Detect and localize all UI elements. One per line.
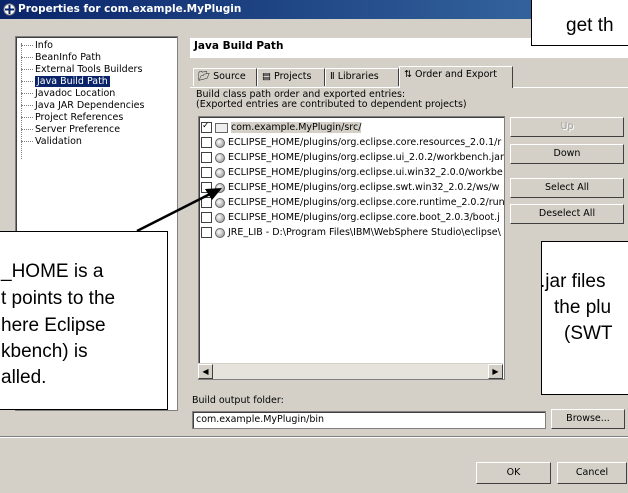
dialog-separator	[0, 436, 628, 438]
callout-top-right-line: get th	[566, 15, 614, 36]
callout-right-line-2: the plu	[554, 297, 612, 318]
export-checkbox[interactable]	[201, 152, 212, 163]
callout-jar-files: .jar files the plu (SWT	[541, 241, 628, 395]
tree-item-validation[interactable]: Validation	[21, 136, 82, 148]
projects-icon: ▤	[262, 71, 271, 82]
folder-icon	[215, 122, 228, 133]
source-folder-icon: 📂︎	[198, 71, 211, 82]
tree-item-java-jar-dependencies[interactable]: Java JAR Dependencies	[21, 100, 144, 112]
tab-projects[interactable]: ▤ Projects	[257, 68, 325, 86]
jar-icon	[215, 167, 225, 178]
callout-left-line-3: here Eclipse	[1, 315, 106, 336]
up-button[interactable]: Up	[510, 117, 624, 137]
scroll-left-icon[interactable]: ◀	[198, 364, 213, 379]
tree-item-info[interactable]: Info	[21, 40, 53, 52]
jar-icon	[215, 212, 225, 223]
jar-icon	[215, 227, 225, 238]
horizontal-scrollbar[interactable]: ◀ ▶	[198, 363, 503, 379]
ok-button[interactable]: OK	[476, 462, 551, 484]
scroll-right-icon[interactable]: ▶	[488, 364, 503, 379]
jar-icon	[215, 137, 225, 148]
jar-icon	[215, 197, 225, 208]
classpath-entry-list[interactable]: com.example.MyPlugin/src/ ECLIPSE_HOME/p…	[198, 116, 505, 380]
order-description: Build class path order and exported entr…	[196, 90, 467, 110]
tab-source[interactable]: 📂︎ Source	[193, 68, 257, 86]
order-arrows-icon: ⇅	[404, 69, 412, 80]
list-item[interactable]: JRE_LIB - D:\Program Files\IBM\WebSphere…	[201, 226, 501, 239]
export-checkbox[interactable]	[201, 137, 212, 148]
output-folder-label: Build output folder:	[192, 395, 284, 406]
export-checkbox[interactable]	[201, 120, 212, 133]
callout-right-line-3: (SWT	[564, 323, 613, 344]
list-item[interactable]: ECLIPSE_HOME/plugins/org.eclipse.core.ru…	[201, 196, 504, 209]
tree-item-java-build-path[interactable]: Java Build Path	[21, 76, 110, 88]
tree-item-javadoc-location[interactable]: Javadoc Location	[21, 88, 115, 100]
libraries-icon: Ⅱ	[330, 71, 335, 82]
list-item[interactable]: ECLIPSE_HOME/plugins/org.eclipse.core.bo…	[201, 211, 500, 224]
callout-right-line-1: .jar files	[541, 271, 606, 292]
list-item[interactable]: ECLIPSE_HOME/plugins/org.eclipse.ui.win3…	[201, 166, 503, 179]
callout-eclipse-home: _HOME is a t points to the here Eclipse …	[0, 231, 168, 410]
export-checkbox[interactable]	[201, 227, 212, 238]
jar-icon	[215, 152, 225, 163]
tree-item-server-preference[interactable]: Server Preference	[21, 124, 120, 136]
callout-left-line-4: kbench) is	[1, 341, 88, 362]
tree-item-beaninfo-path[interactable]: BeanInfo Path	[21, 52, 101, 64]
properties-icon	[3, 3, 16, 16]
output-folder-field[interactable]: com.example.MyPlugin/bin	[192, 411, 546, 429]
export-checkbox[interactable]	[201, 197, 212, 208]
export-checkbox[interactable]	[201, 167, 212, 178]
down-button[interactable]: Down	[510, 144, 624, 164]
list-item[interactable]: ECLIPSE_HOME/plugins/org.eclipse.ui_2.0.…	[201, 151, 504, 164]
list-item[interactable]: ECLIPSE_HOME/plugins/org.eclipse.core.re…	[201, 136, 501, 149]
tree-item-project-references[interactable]: Project References	[21, 112, 123, 124]
callout-left-line-2: t points to the	[1, 288, 116, 309]
callout-left-line-1: _HOME is a	[1, 261, 104, 282]
select-all-button[interactable]: Select All	[510, 178, 624, 198]
cancel-button[interactable]: Cancel	[557, 462, 627, 484]
tab-order-and-export[interactable]: ⇅ Order and Export	[399, 66, 513, 88]
deselect-all-button[interactable]: Deselect All	[510, 204, 624, 224]
order-description-line-2: (Exported entries are contributed to dep…	[196, 99, 467, 110]
export-checkbox[interactable]	[201, 182, 212, 193]
tab-libraries[interactable]: Ⅱ Libraries	[325, 68, 399, 86]
list-item[interactable]: com.example.MyPlugin/src/	[201, 120, 362, 134]
tree-item-external-tools-builders[interactable]: External Tools Builders	[21, 64, 142, 76]
export-checkbox[interactable]	[201, 212, 212, 223]
list-item[interactable]: ECLIPSE_HOME/plugins/org.eclipse.swt.win…	[201, 181, 499, 194]
browse-button[interactable]: Browse...	[551, 409, 625, 429]
callout-left-line-5: alled.	[1, 367, 47, 388]
jar-icon	[215, 182, 225, 193]
callout-top-right: get th	[531, 0, 628, 46]
window-title: Properties for com.example.MyPlugin	[18, 3, 242, 15]
